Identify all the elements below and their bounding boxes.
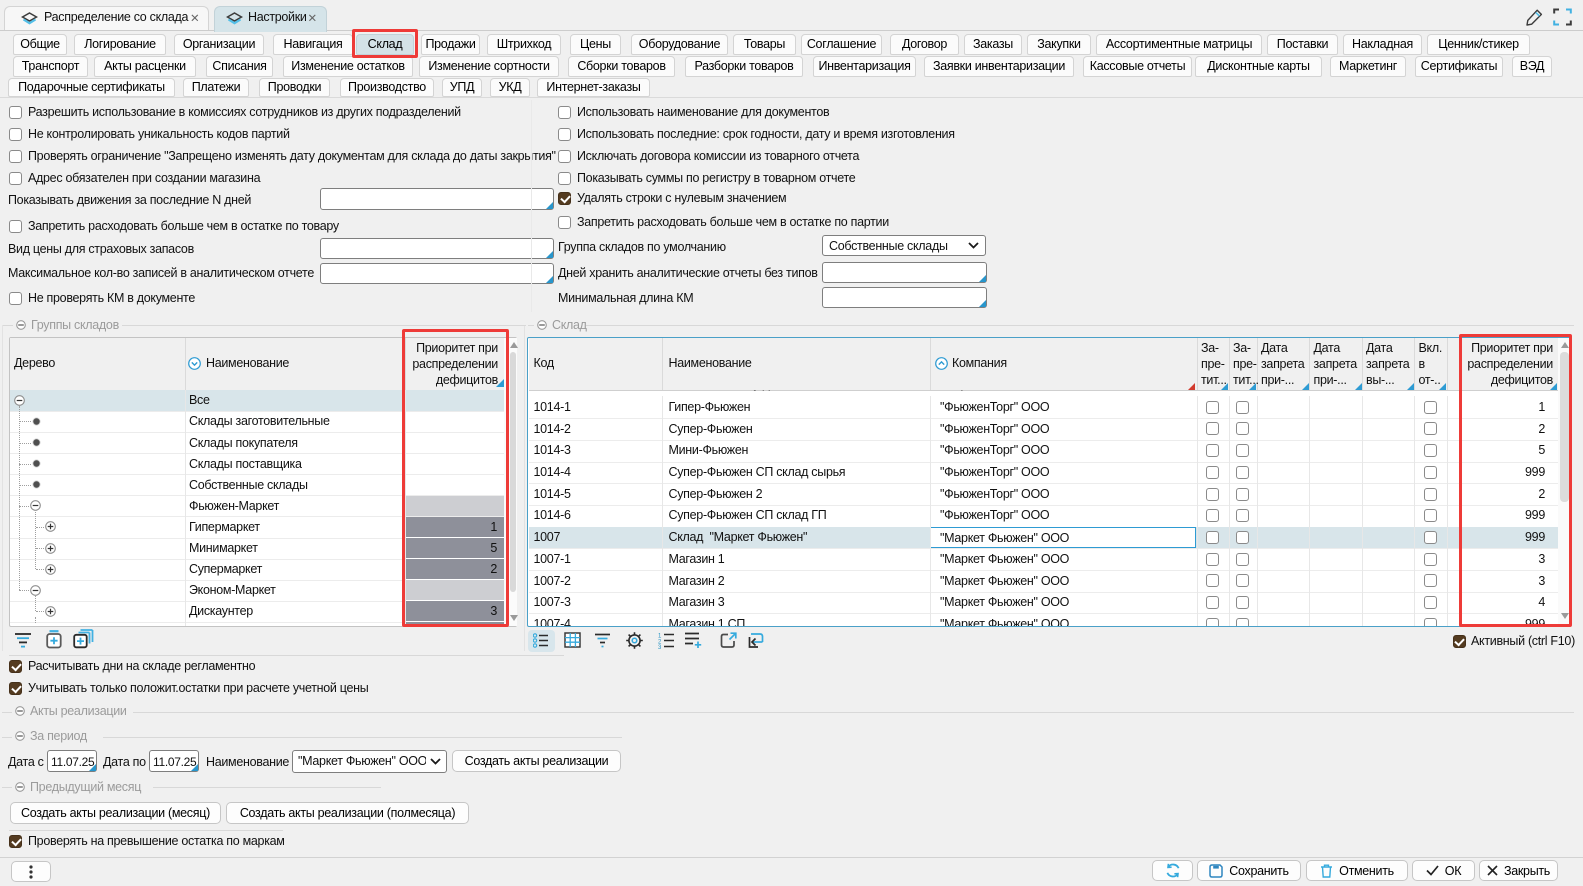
svg-text:3: 3: [658, 645, 662, 649]
